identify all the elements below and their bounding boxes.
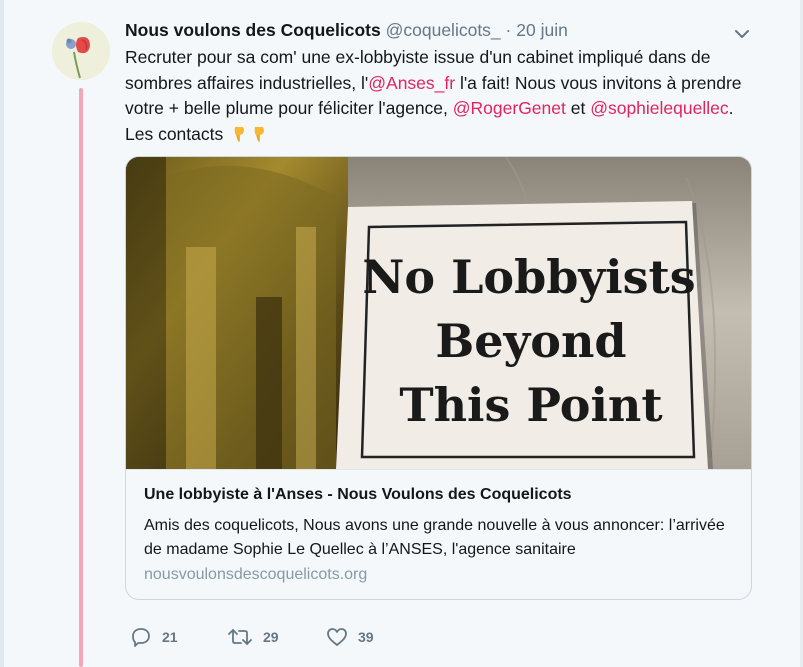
tweet-text: Recruter pour sa com' une ex-lobbyiste i… — [125, 45, 745, 147]
author-name[interactable]: Nous voulons des Coquelicots — [125, 20, 381, 40]
card-body[interactable]: Une lobbyiste à l'Anses - Nous Voulons d… — [126, 469, 751, 599]
mention-rogergenet[interactable]: @RogerGenet — [453, 98, 566, 118]
sign-line: No Lobbyists — [362, 250, 695, 304]
card-domain: nousvoulonsdescoquelicots.org — [144, 566, 368, 583]
like-count: 39 — [358, 629, 374, 645]
sign-line: Beyond — [435, 314, 626, 368]
like-button[interactable]: 39 — [326, 624, 374, 650]
tweet-date[interactable]: 20 juin — [516, 20, 568, 40]
retweet-button[interactable]: 29 — [227, 624, 279, 650]
link-card[interactable]: No Lobbyists Beyond This Point Une lobby… — [125, 156, 752, 600]
header-separator: · — [505, 20, 512, 40]
poppy-avatar-icon — [52, 22, 110, 80]
pointing-down-emoji — [250, 125, 268, 143]
mention-anses[interactable]: @Anses_fr — [368, 73, 455, 93]
thread-line — [79, 88, 83, 667]
avatar[interactable] — [52, 22, 110, 80]
mention-sophielequellec[interactable]: @sophielequellec — [590, 98, 728, 118]
chevron-down-icon — [735, 30, 749, 38]
more-menu-button[interactable] — [732, 24, 752, 44]
tweet-header: Nous voulons des Coquelicots @coquelicot… — [125, 20, 763, 42]
left-edge — [0, 0, 4, 667]
reply-button[interactable]: 21 — [130, 624, 178, 650]
card-description: Amis des coquelicots, Nous avons une gra… — [144, 517, 725, 558]
pointing-down-emoji — [230, 125, 248, 143]
no-lobbyists-photo: No Lobbyists Beyond This Point — [126, 157, 751, 469]
card-image[interactable]: No Lobbyists Beyond This Point — [126, 157, 751, 469]
retweet-count: 29 — [263, 629, 279, 645]
heart-icon — [327, 628, 347, 646]
retweet-icon — [228, 629, 252, 645]
reply-count: 21 — [162, 629, 178, 645]
author-handle[interactable]: @coquelicots_ — [386, 20, 501, 40]
sign-line: This Point — [399, 378, 663, 432]
card-title[interactable]: Une lobbyiste à l'Anses - Nous Voulons d… — [144, 486, 572, 504]
reply-icon — [132, 628, 150, 647]
tweet-text-part: et — [565, 98, 591, 118]
